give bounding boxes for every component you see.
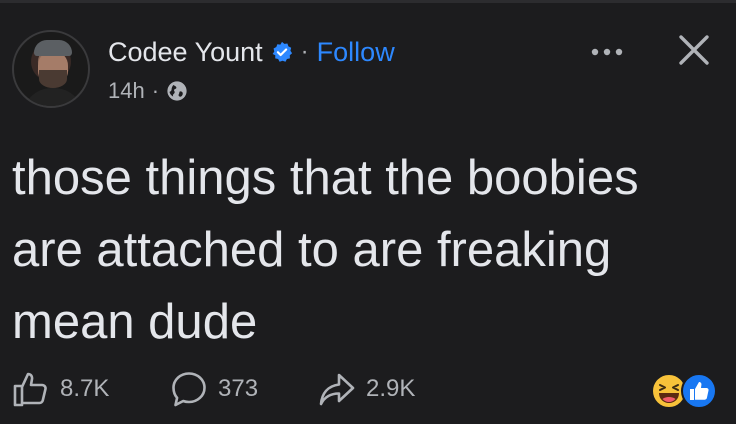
post-header: Codee Yount · Follow 14h ·: [12, 30, 724, 112]
follow-button[interactable]: Follow: [317, 37, 395, 68]
more-options-icon[interactable]: [590, 46, 624, 58]
post-meta: 14h ·: [108, 78, 188, 104]
like-reaction-icon: [681, 373, 717, 409]
post-time[interactable]: 14h: [108, 78, 145, 104]
like-count: 8.7K: [60, 375, 110, 402]
comment-bubble-icon: [172, 372, 206, 407]
name-row: Codee Yount · Follow: [108, 36, 395, 68]
share-arrow-icon: [319, 373, 355, 406]
avatar[interactable]: [12, 30, 90, 108]
like-button[interactable]: 8.7K: [12, 370, 109, 408]
post-text: those things that the boobies are attach…: [12, 151, 639, 349]
globe-icon: [167, 81, 187, 101]
post-actions: 8.7K 373 2.9K: [12, 362, 724, 414]
comment-button[interactable]: 373: [170, 370, 258, 408]
share-count: 2.9K: [366, 375, 416, 402]
share-button[interactable]: 2.9K: [318, 370, 415, 408]
close-icon[interactable]: [676, 32, 712, 68]
reaction-summary[interactable]: [650, 370, 726, 410]
comment-count: 373: [218, 375, 259, 402]
meta-separator: ·: [151, 78, 160, 103]
author-name[interactable]: Codee Yount: [108, 37, 263, 68]
top-divider: [0, 0, 736, 3]
separator-dot: ·: [300, 38, 309, 65]
thumbs-up-icon: [13, 372, 47, 407]
verified-badge-icon: [272, 41, 292, 62]
